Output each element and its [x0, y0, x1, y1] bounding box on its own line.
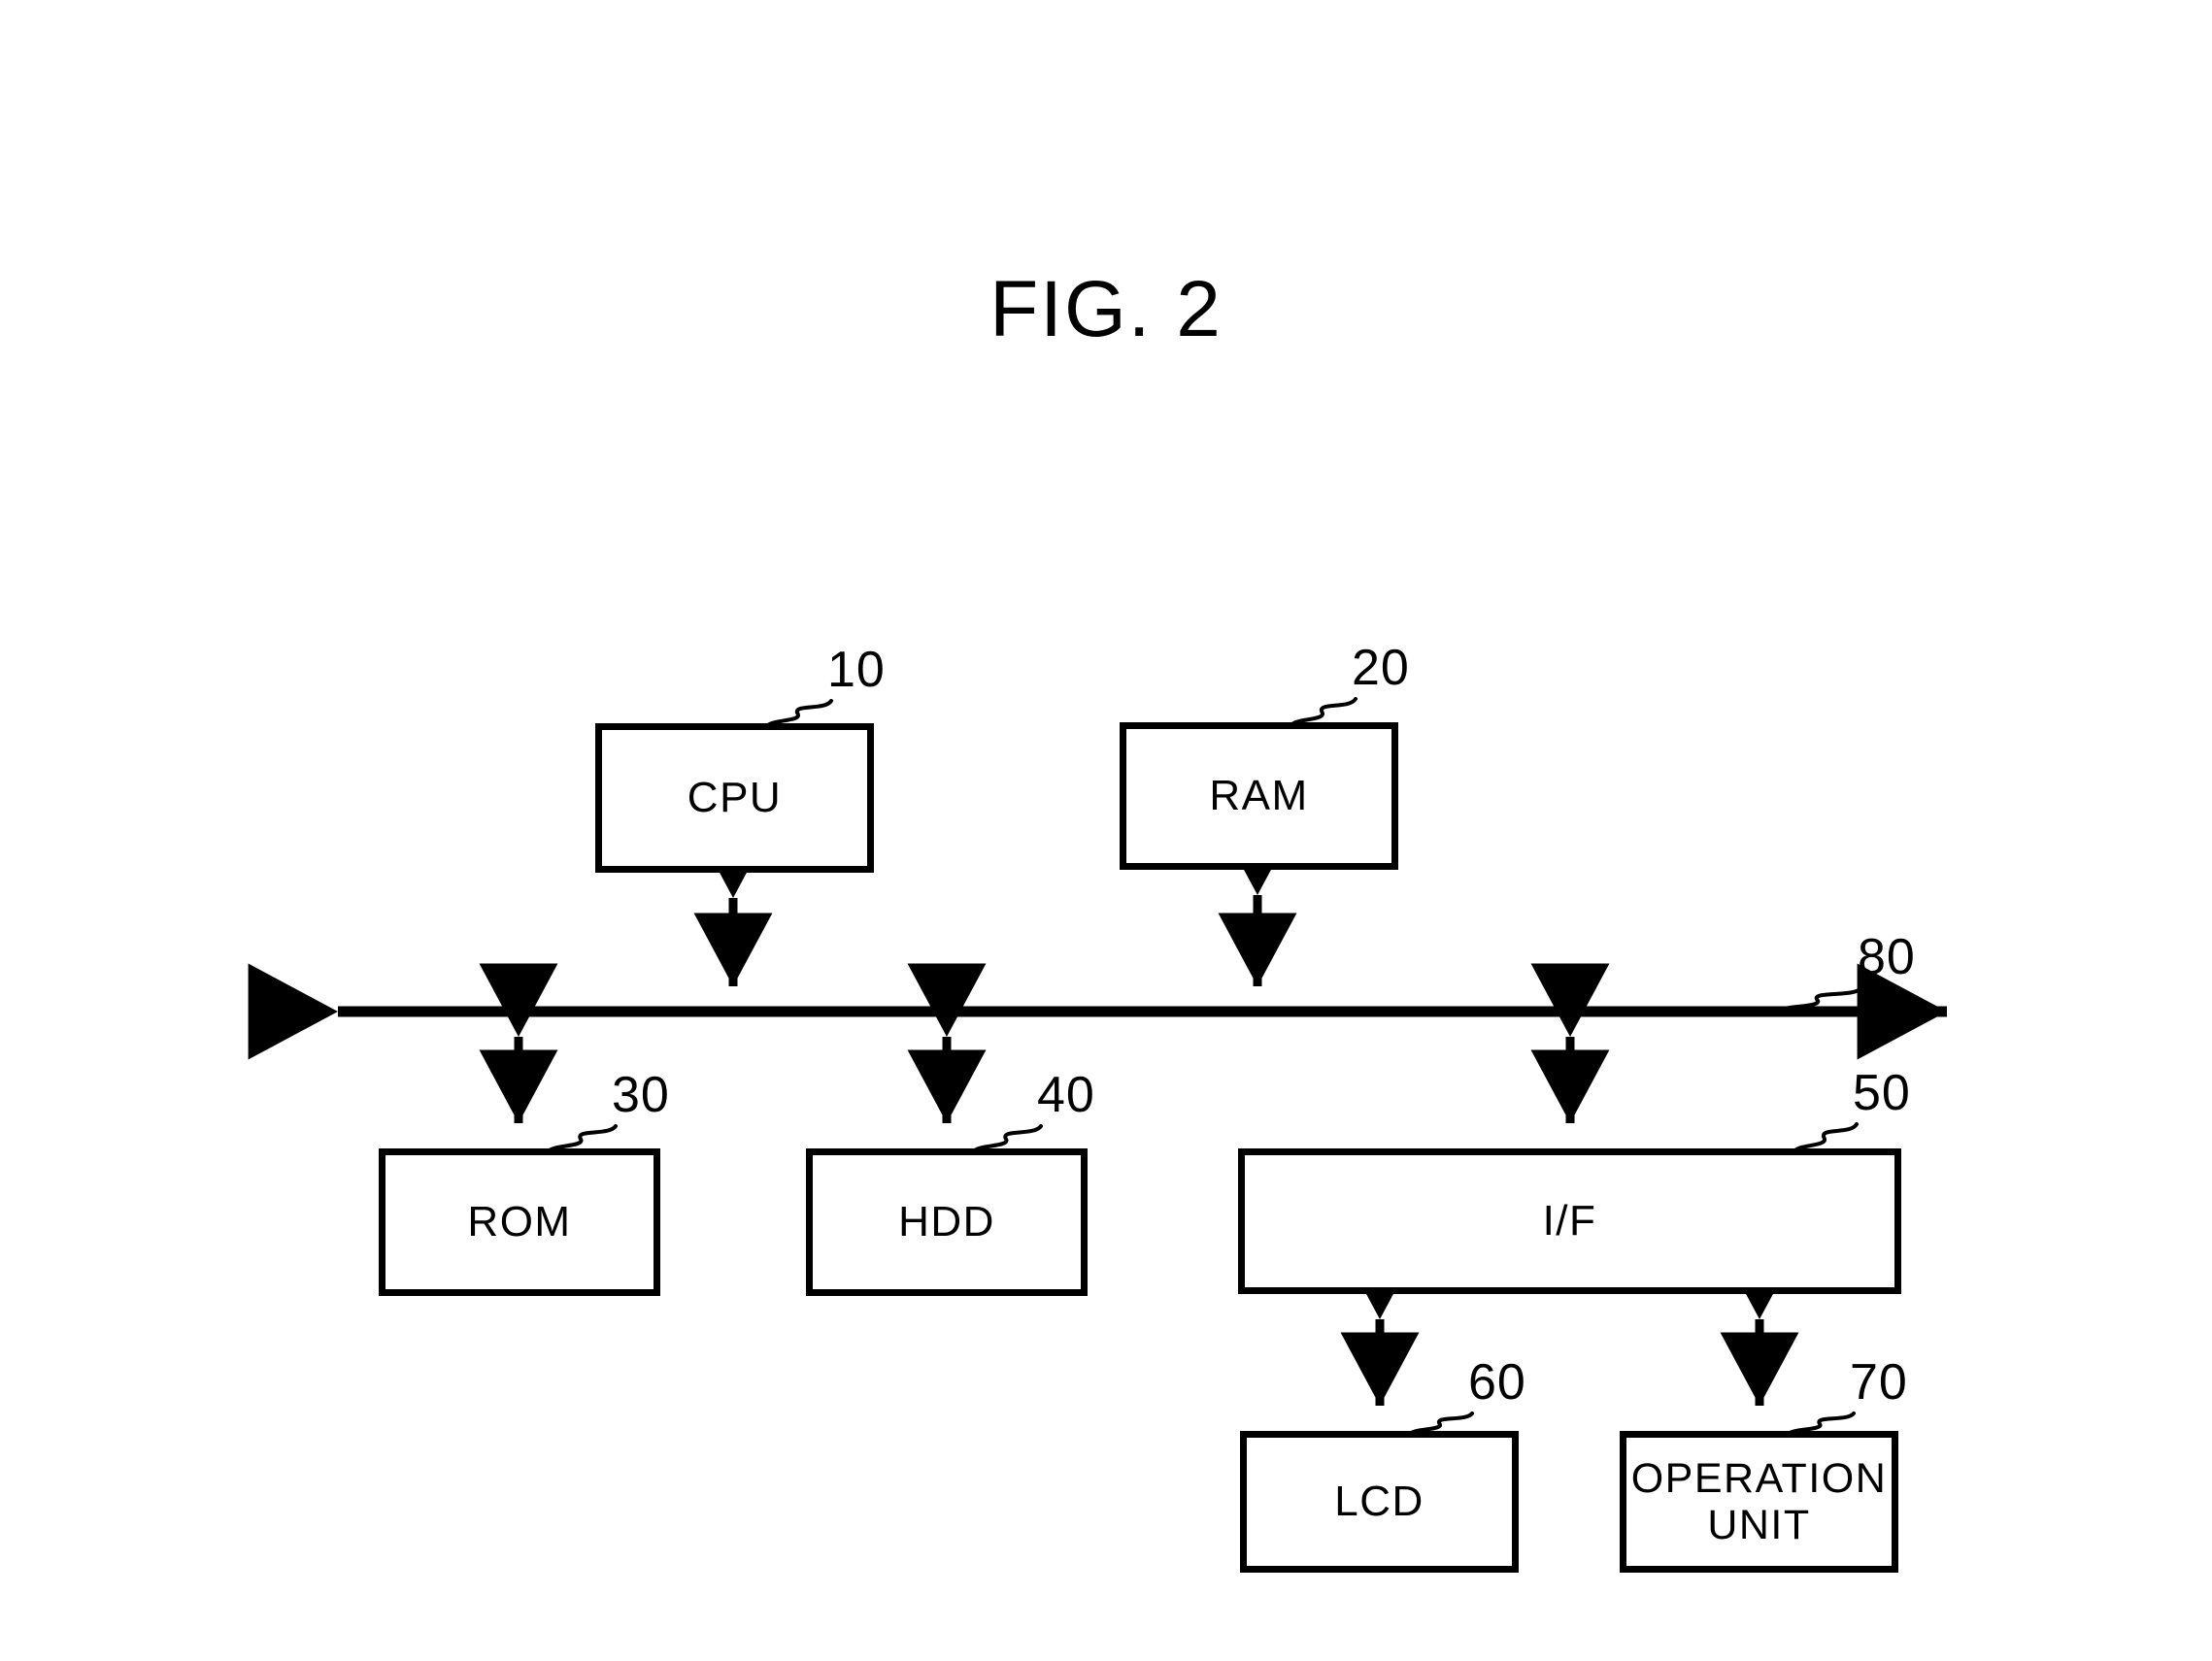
- block-label-lcd: LCD: [1334, 1478, 1424, 1526]
- block-rom: ROM: [379, 1148, 660, 1296]
- block-label-rom: ROM: [467, 1198, 572, 1246]
- block-operation: OPERATION UNIT: [1620, 1431, 1898, 1573]
- connector-layer: [248, 697, 1948, 1436]
- block-if: I/F: [1238, 1148, 1901, 1294]
- block-cpu: CPU: [595, 723, 874, 873]
- reference-numeral-30: 30: [612, 1067, 670, 1123]
- block-label-hdd: HDD: [898, 1198, 995, 1246]
- reference-numeral-70: 70: [1850, 1354, 1908, 1411]
- reference-numeral-60: 60: [1468, 1354, 1526, 1411]
- block-ram: RAM: [1120, 722, 1398, 870]
- block-lcd: LCD: [1240, 1431, 1519, 1573]
- reference-numeral-80: 80: [1858, 929, 1916, 985]
- block-label-cpu: CPU: [687, 774, 783, 822]
- block-label-ram: RAM: [1209, 772, 1309, 820]
- figure-title: FIG. 2: [989, 265, 1223, 353]
- block-label-if: I/F: [1542, 1197, 1597, 1246]
- leader-line-50: [1793, 1122, 1859, 1153]
- leader-line-80: [1775, 986, 1863, 1013]
- figure-page: FIG. 2 CPU RAM ROM HDD I/F LCD OPERATION UNIT …: [0, 0, 2212, 1661]
- reference-numeral-10: 10: [827, 642, 886, 698]
- block-hdd: HDD: [806, 1148, 1088, 1296]
- reference-numeral-50: 50: [1853, 1065, 1911, 1121]
- reference-numeral-20: 20: [1352, 640, 1410, 696]
- reference-numeral-40: 40: [1037, 1067, 1095, 1123]
- block-label-operation: OPERATION UNIT: [1630, 1454, 1888, 1548]
- leader-line-20: [1290, 697, 1357, 727]
